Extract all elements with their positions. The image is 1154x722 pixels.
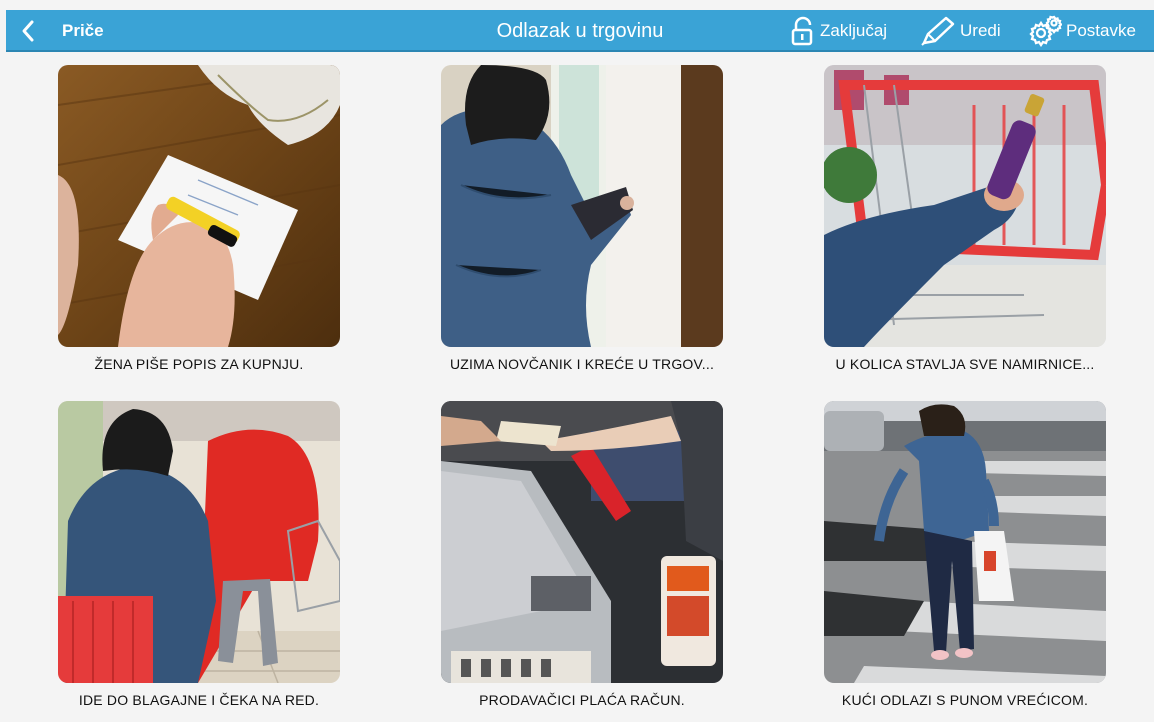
chevron-left-icon xyxy=(20,10,44,52)
settings-label: Postavke xyxy=(1066,21,1136,40)
settings-button[interactable]: Postavke xyxy=(1028,10,1136,52)
story-step-6: KUĆI ODLAZI S PUNOM VREĆICOM. xyxy=(824,401,1106,708)
story-step-image[interactable] xyxy=(441,65,723,347)
story-step-3: U KOLICA STAVLJA SVE NAMIRNICE... xyxy=(824,65,1106,372)
story-step-image[interactable] xyxy=(441,401,723,683)
top-app-bar: Priče Odlazak u trgovinu Zaključaj Uredi xyxy=(6,10,1154,52)
story-step-image[interactable] xyxy=(58,401,340,683)
pencil-icon xyxy=(920,16,956,46)
story-step-2: UZIMA NOVČANIK I KREĆE U TRGOV... xyxy=(441,65,723,372)
story-step-caption: PRODAVAČICI PLAĆA RAČUN. xyxy=(479,692,685,708)
story-step-5: PRODAVAČICI PLAĆA RAČUN. xyxy=(441,401,723,708)
story-step-image[interactable] xyxy=(824,65,1106,347)
story-step-1: ŽENA PIŠE POPIS ZA KUPNJU. xyxy=(58,65,340,372)
back-button[interactable]: Priče xyxy=(20,10,104,52)
edit-button[interactable]: Uredi xyxy=(920,10,1001,52)
lock-button[interactable]: Zaključaj xyxy=(790,10,887,52)
story-step-caption: IDE DO BLAGAJNE I ČEKA NA RED. xyxy=(78,692,320,708)
story-step-caption: ŽENA PIŠE POPIS ZA KUPNJU. xyxy=(94,356,304,372)
story-step-image[interactable] xyxy=(58,65,340,347)
back-label: Priče xyxy=(62,21,104,40)
story-step-4: IDE DO BLAGAJNE I ČEKA NA RED. xyxy=(58,401,340,708)
edit-label: Uredi xyxy=(960,21,1001,40)
gear-icon xyxy=(1028,15,1062,47)
story-step-caption: UZIMA NOVČANIK I KREĆE U TRGOV... xyxy=(449,356,715,372)
story-step-caption: U KOLICA STAVLJA SVE NAMIRNICE... xyxy=(835,356,1095,372)
unlock-icon xyxy=(790,16,816,46)
story-step-image[interactable] xyxy=(824,401,1106,683)
story-step-caption: KUĆI ODLAZI S PUNOM VREĆICOM. xyxy=(841,692,1089,708)
lock-label: Zaključaj xyxy=(820,21,888,40)
